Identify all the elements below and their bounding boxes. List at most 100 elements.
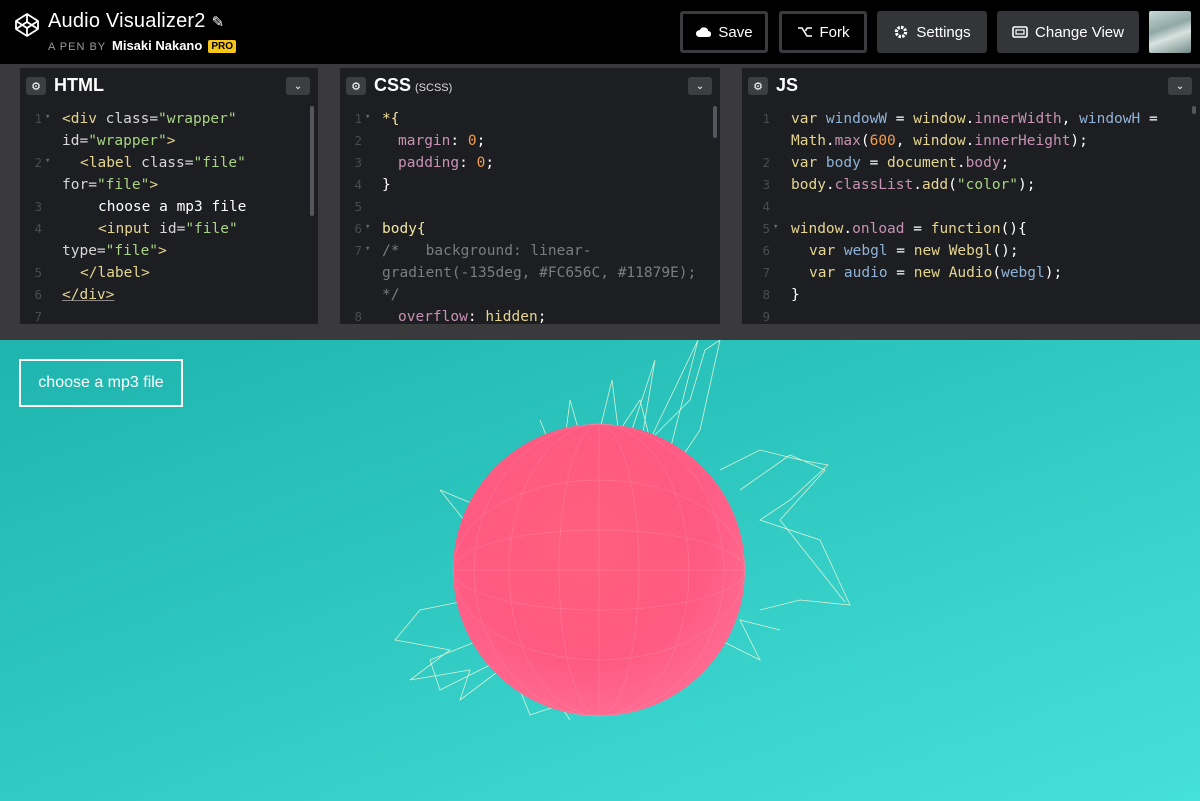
fold-arrow-icon[interactable]: ▾: [365, 222, 370, 232]
code-line: </div>: [62, 287, 115, 303]
line-number: 8: [354, 309, 362, 324]
code-line: <label class="file": [80, 155, 246, 171]
codepen-logo-icon[interactable]: [14, 12, 40, 38]
js-settings-gear-icon[interactable]: ⚙: [748, 77, 768, 95]
line-number: 4: [354, 177, 362, 192]
save-label: Save: [718, 23, 753, 41]
pro-badge: PRO: [208, 40, 237, 53]
code-line: </label>: [80, 265, 150, 281]
fork-icon: [797, 27, 812, 37]
code-line: }: [791, 287, 800, 303]
line-number: 2: [34, 155, 42, 170]
code-line: gradient(-135deg, #FC656C, #11879E);: [382, 265, 697, 281]
line-number: 2: [762, 155, 770, 170]
css-editor-title: CSS (SCSS): [374, 75, 453, 95]
code-line: for="file">: [62, 177, 159, 193]
pen-title[interactable]: Audio Visualizer2 ✎: [48, 10, 224, 33]
fold-arrow-icon[interactable]: ▾: [45, 112, 50, 122]
pen-header: Audio Visualizer2 ✎ A PEN BY Misaki Nakan…: [0, 0, 1200, 64]
line-number: 1: [354, 111, 362, 126]
fold-arrow-icon[interactable]: ▾: [365, 244, 370, 254]
code-line: var audio = new Audio(webgl);: [809, 265, 1063, 281]
pen-byline: A PEN BY Misaki Nakano PRO: [48, 38, 237, 54]
line-number: 3: [762, 177, 770, 192]
code-line: var webgl = new Webgl();: [809, 243, 1019, 259]
line-number: 4: [762, 199, 770, 214]
code-line: var windowW = window.innerWidth, windowH…: [791, 111, 1158, 127]
settings-label: Settings: [916, 23, 971, 41]
js-editor-title: JS: [776, 75, 799, 95]
pen-title-text[interactable]: Audio Visualizer2: [48, 10, 206, 32]
code-line: var body = document.body;: [791, 155, 1010, 171]
line-number: 5: [762, 221, 770, 236]
js-editor-pane[interactable]: ⚙ JS ⌄ 1 2 3 4 5 6 7 8 9 ▾ var windowW =…: [742, 68, 1200, 324]
code-line: padding: 0;: [398, 155, 495, 171]
byline-prefix: A PEN BY: [48, 41, 106, 53]
code-line: id="wrapper">: [62, 133, 176, 149]
js-scrollbar[interactable]: [1192, 106, 1196, 114]
code-line: body.classList.add("color");: [791, 177, 1036, 193]
line-number: 3: [34, 199, 42, 214]
code-line: <input id="file": [98, 221, 238, 237]
line-number: 9: [762, 309, 770, 324]
css-editor-pane[interactable]: ⚙ CSS (SCSS) ⌄ 1 2 3 4 5 6 7 8 ▾ ▾ ▾ *{ m…: [340, 68, 720, 324]
css-preprocessor-label: (SCSS): [415, 82, 453, 94]
author-link[interactable]: Misaki Nakano: [112, 38, 202, 53]
code-line: overflow: hidden;: [398, 309, 547, 324]
code-line: margin: 0;: [398, 133, 486, 149]
html-editor-title: HTML: [54, 75, 104, 95]
css-settings-gear-icon[interactable]: ⚙: [346, 77, 366, 95]
preview-area[interactable]: choose a mp3 file: [0, 340, 1200, 801]
code-line: */: [382, 287, 400, 303]
fold-arrow-icon[interactable]: ▾: [45, 156, 50, 166]
line-number: 6: [762, 243, 770, 258]
line-number: 5: [34, 265, 42, 280]
change-view-label: Change View: [1035, 23, 1124, 41]
line-number: 7: [34, 309, 42, 324]
change-view-button[interactable]: Change View: [997, 11, 1139, 53]
pencil-edit-icon[interactable]: ✎: [212, 13, 225, 31]
line-number: 5: [354, 199, 362, 214]
code-line: choose a mp3 file: [98, 199, 247, 215]
line-number: 1: [34, 111, 42, 126]
line-number: 1: [762, 111, 770, 126]
line-number: 4: [34, 221, 42, 236]
user-avatar[interactable]: [1149, 11, 1191, 53]
editors-area: ⚙ HTML ⌄ 1 2 3 4 5 6 7 ▾ ▾ <div class="w…: [0, 64, 1200, 328]
line-number: 7: [762, 265, 770, 280]
code-line: window.onload = function(){: [791, 221, 1027, 237]
code-line: body{: [382, 221, 426, 237]
line-number: 7: [354, 243, 362, 258]
code-line: Math.max(600, window.innerHeight);: [791, 133, 1088, 149]
gear-icon: [895, 25, 908, 39]
code-line: /* background: linear-: [382, 243, 592, 259]
line-number: 8: [762, 287, 770, 302]
js-editor-header: ⚙ JS ⌄: [742, 68, 1200, 102]
line-number: 6: [354, 221, 362, 236]
fold-arrow-icon[interactable]: ▾: [773, 222, 778, 232]
code-line: *{: [382, 111, 400, 127]
css-collapse-chevron-icon[interactable]: ⌄: [688, 77, 712, 95]
settings-button[interactable]: Settings: [877, 11, 987, 53]
html-editor-pane[interactable]: ⚙ HTML ⌄ 1 2 3 4 5 6 7 ▾ ▾ <div class="w…: [20, 68, 318, 324]
css-scrollbar[interactable]: [713, 106, 717, 138]
html-scrollbar[interactable]: [310, 106, 314, 216]
code-line: }: [382, 177, 391, 193]
html-settings-gear-icon[interactable]: ⚙: [26, 77, 46, 95]
line-number: 6: [34, 287, 42, 302]
html-editor-header: ⚙ HTML ⌄: [20, 68, 318, 102]
fold-arrow-icon[interactable]: ▾: [365, 112, 370, 122]
js-collapse-chevron-icon[interactable]: ⌄: [1168, 77, 1192, 95]
line-number: 3: [354, 155, 362, 170]
fork-button[interactable]: Fork: [779, 11, 867, 53]
choose-file-button[interactable]: choose a mp3 file: [19, 359, 183, 407]
save-button[interactable]: Save: [680, 11, 768, 53]
html-collapse-chevron-icon[interactable]: ⌄: [286, 77, 310, 95]
code-line: type="file">: [62, 243, 167, 259]
css-editor-header: ⚙ CSS (SCSS) ⌄: [340, 68, 720, 102]
cloud-icon: [696, 27, 712, 38]
code-line: <div class="wrapper": [62, 111, 237, 127]
layout-view-icon: [1012, 26, 1028, 38]
audio-visualizer-sphere: [394, 340, 851, 721]
fork-label: Fork: [819, 23, 850, 41]
